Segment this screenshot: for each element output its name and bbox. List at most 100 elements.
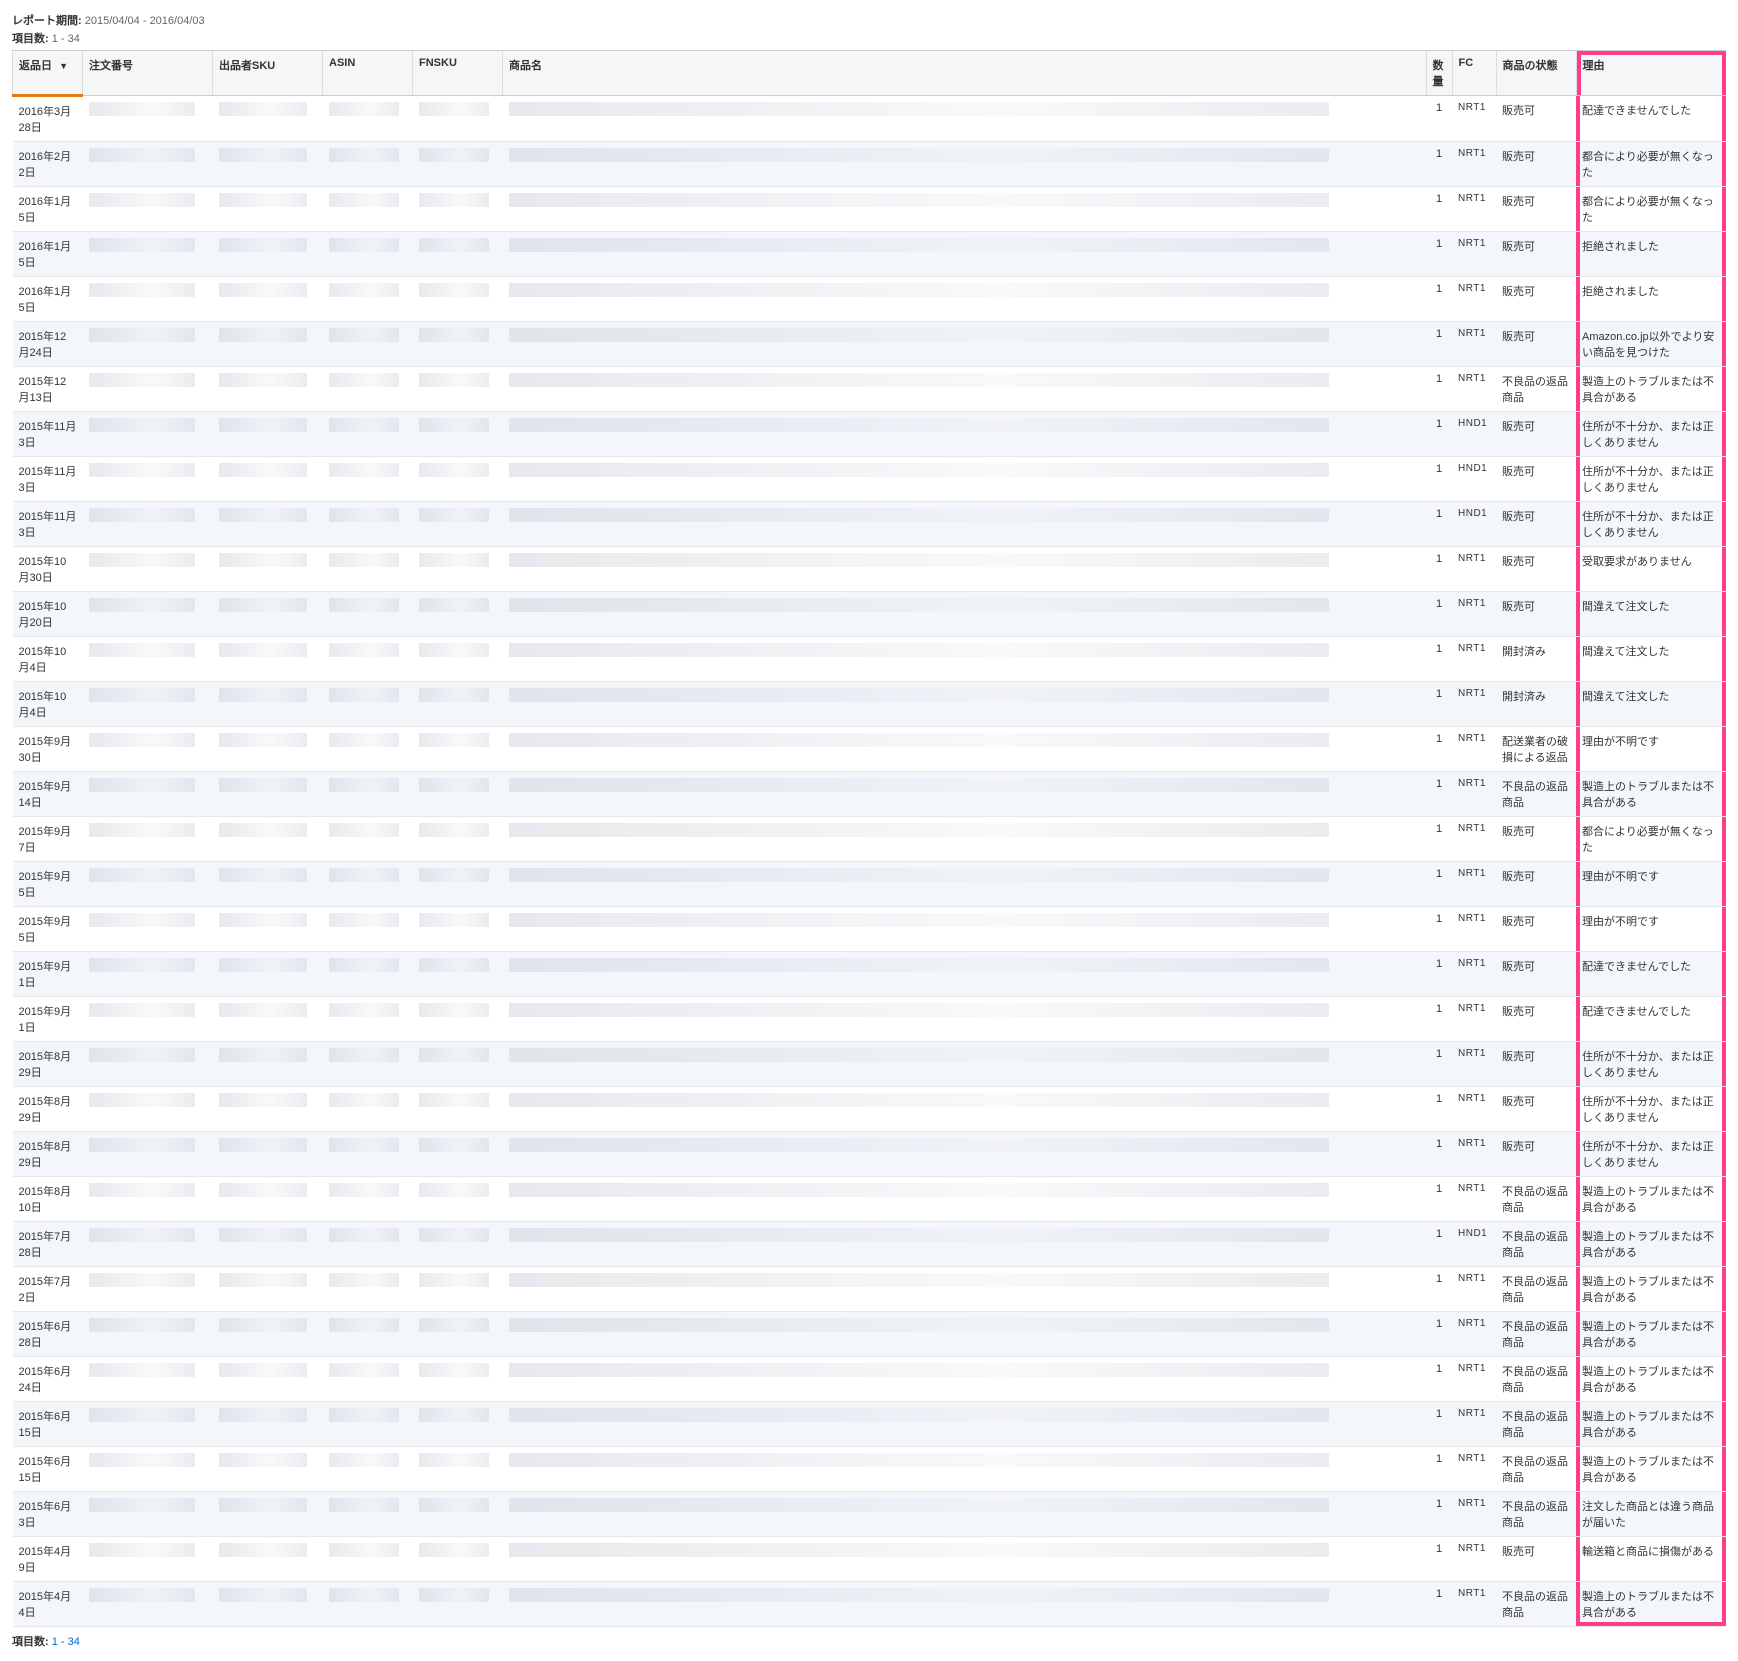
col-return-date[interactable]: 返品日 ▼ <box>13 51 83 96</box>
cell-quantity: 1 <box>1426 547 1452 592</box>
cell-return-date: 2015年8月29日 <box>13 1042 83 1087</box>
col-asin[interactable]: ASIN <box>323 51 413 96</box>
cell-asin <box>323 502 413 547</box>
cell-product-name <box>503 1537 1427 1582</box>
table-header-row: 返品日 ▼ 注文番号 出品者SKU ASIN FNSKU 商品名 数量 FC 商… <box>13 51 1727 96</box>
cell-fc: NRT1 <box>1452 907 1496 952</box>
col-condition[interactable]: 商品の状態 <box>1496 51 1576 96</box>
cell-quantity: 1 <box>1426 1267 1452 1312</box>
cell-fc: NRT1 <box>1452 1582 1496 1627</box>
cell-condition: 不良品の返品商品 <box>1496 1402 1576 1447</box>
cell-quantity: 1 <box>1426 637 1452 682</box>
cell-return-date: 2015年4月4日 <box>13 1582 83 1627</box>
cell-reason: 住所が不十分か、または正しくありません <box>1576 502 1726 547</box>
cell-condition: 開封済み <box>1496 682 1576 727</box>
cell-seller-sku <box>213 1447 323 1492</box>
cell-product-name <box>503 96 1427 142</box>
cell-product-name <box>503 592 1427 637</box>
cell-condition: 不良品の返品商品 <box>1496 1357 1576 1402</box>
cell-return-date: 2015年12月13日 <box>13 367 83 412</box>
cell-seller-sku <box>213 1177 323 1222</box>
table-row: 2016年2月2日1NRT1販売可都合により必要が無くなった <box>13 142 1727 187</box>
cell-reason: 製造上のトラブルまたは不具合がある <box>1576 1222 1726 1267</box>
cell-fc: NRT1 <box>1452 187 1496 232</box>
cell-product-name <box>503 142 1427 187</box>
table-row: 2015年9月14日1NRT1不良品の返品商品製造上のトラブルまたは不具合がある <box>13 772 1727 817</box>
cell-condition: 販売可 <box>1496 952 1576 997</box>
cell-condition: 販売可 <box>1496 96 1576 142</box>
cell-seller-sku <box>213 1132 323 1177</box>
cell-fc: NRT1 <box>1452 1132 1496 1177</box>
cell-seller-sku <box>213 592 323 637</box>
cell-asin <box>323 907 413 952</box>
col-quantity[interactable]: 数量 <box>1426 51 1452 96</box>
cell-product-name <box>503 997 1427 1042</box>
cell-fnsku <box>413 952 503 997</box>
cell-asin <box>323 187 413 232</box>
cell-reason: 注文した商品とは違う商品が届いた <box>1576 1492 1726 1537</box>
table-row: 2015年9月7日1NRT1販売可都合により必要が無くなった <box>13 817 1727 862</box>
cell-seller-sku <box>213 1582 323 1627</box>
cell-asin <box>323 1087 413 1132</box>
cell-reason: 住所が不十分か、または正しくありません <box>1576 457 1726 502</box>
col-order-id[interactable]: 注文番号 <box>83 51 213 96</box>
cell-asin <box>323 232 413 277</box>
cell-product-name <box>503 1177 1427 1222</box>
cell-quantity: 1 <box>1426 142 1452 187</box>
cell-return-date: 2015年7月28日 <box>13 1222 83 1267</box>
table-row: 2015年11月3日1HND1販売可住所が不十分か、または正しくありません <box>13 457 1727 502</box>
table-row: 2015年9月1日1NRT1販売可配達できませんでした <box>13 952 1727 997</box>
cell-fc: NRT1 <box>1452 1087 1496 1132</box>
table-row: 2015年8月10日1NRT1不良品の返品商品製造上のトラブルまたは不具合がある <box>13 1177 1727 1222</box>
cell-fc: HND1 <box>1452 1222 1496 1267</box>
cell-condition: 不良品の返品商品 <box>1496 1492 1576 1537</box>
col-fnsku[interactable]: FNSKU <box>413 51 503 96</box>
cell-order-id <box>83 1357 213 1402</box>
item-count-top: 項目数: 1 - 34 <box>12 30 1726 46</box>
cell-fnsku <box>413 96 503 142</box>
cell-reason: 間違えて注文した <box>1576 682 1726 727</box>
cell-quantity: 1 <box>1426 1312 1452 1357</box>
cell-seller-sku <box>213 727 323 772</box>
col-seller-sku[interactable]: 出品者SKU <box>213 51 323 96</box>
cell-quantity: 1 <box>1426 502 1452 547</box>
cell-order-id <box>83 637 213 682</box>
col-reason[interactable]: 理由 <box>1576 51 1726 96</box>
cell-fc: NRT1 <box>1452 232 1496 277</box>
cell-condition: 販売可 <box>1496 187 1576 232</box>
col-product-name[interactable]: 商品名 <box>503 51 1427 96</box>
cell-quantity: 1 <box>1426 1042 1452 1087</box>
table-row: 2015年8月29日1NRT1販売可住所が不十分か、または正しくありません <box>13 1042 1727 1087</box>
cell-order-id <box>83 862 213 907</box>
cell-quantity: 1 <box>1426 1222 1452 1267</box>
cell-seller-sku <box>213 1312 323 1357</box>
cell-fnsku <box>413 862 503 907</box>
table-row: 2015年7月28日1HND1不良品の返品商品製造上のトラブルまたは不具合がある <box>13 1222 1727 1267</box>
cell-quantity: 1 <box>1426 997 1452 1042</box>
cell-reason: 住所が不十分か、または正しくありません <box>1576 1087 1726 1132</box>
cell-reason: 製造上のトラブルまたは不具合がある <box>1576 1312 1726 1357</box>
table-row: 2016年1月5日1NRT1販売可都合により必要が無くなった <box>13 187 1727 232</box>
cell-return-date: 2015年9月1日 <box>13 952 83 997</box>
cell-reason: 製造上のトラブルまたは不具合がある <box>1576 1267 1726 1312</box>
cell-reason: 住所が不十分か、または正しくありません <box>1576 412 1726 457</box>
cell-fc: NRT1 <box>1452 142 1496 187</box>
cell-return-date: 2015年10月20日 <box>13 592 83 637</box>
cell-asin <box>323 1312 413 1357</box>
table-row: 2015年12月24日1NRT1販売可Amazon.co.jp以外でより安い商品… <box>13 322 1727 367</box>
cell-condition: 販売可 <box>1496 592 1576 637</box>
cell-fc: NRT1 <box>1452 277 1496 322</box>
table-row: 2015年11月3日1HND1販売可住所が不十分か、または正しくありません <box>13 502 1727 547</box>
cell-product-name <box>503 457 1427 502</box>
col-fc[interactable]: FC <box>1452 51 1496 96</box>
cell-return-date: 2016年2月2日 <box>13 142 83 187</box>
cell-return-date: 2015年11月3日 <box>13 457 83 502</box>
cell-seller-sku <box>213 277 323 322</box>
cell-return-date: 2015年7月2日 <box>13 1267 83 1312</box>
cell-order-id <box>83 502 213 547</box>
cell-fnsku <box>413 1537 503 1582</box>
cell-seller-sku <box>213 1492 323 1537</box>
cell-reason: 間違えて注文した <box>1576 592 1726 637</box>
cell-product-name <box>503 727 1427 772</box>
cell-seller-sku <box>213 997 323 1042</box>
